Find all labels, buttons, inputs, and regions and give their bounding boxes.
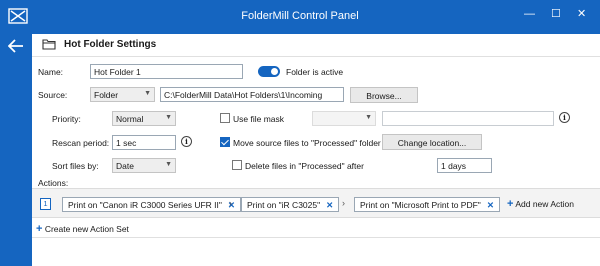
- create-action-set-button[interactable]: + Create new Action Set: [36, 223, 129, 235]
- info-icon[interactable]: i: [559, 112, 570, 123]
- settings-header: Hot Folder Settings: [32, 34, 600, 57]
- source-type-select[interactable]: Folder ▼: [90, 87, 155, 102]
- delete-days-input[interactable]: 1 days: [437, 158, 492, 173]
- page-title: Hot Folder Settings: [64, 39, 157, 50]
- source-label: Source:: [38, 90, 68, 100]
- title-bar: FolderMill Control Panel — ☐ ✕: [0, 0, 600, 34]
- chevron-down-icon: ▼: [365, 114, 372, 121]
- folder-active-toggle[interactable]: [258, 66, 280, 77]
- maximize-button[interactable]: ☐: [551, 8, 561, 20]
- action-set-row: 1 Print on "Canon iR C3000 Series UFR II…: [32, 188, 600, 218]
- add-action-label: Add new Action: [515, 199, 574, 209]
- rescan-period-input[interactable]: 1 sec: [112, 135, 176, 150]
- action-label: Print on "iR C3025": [247, 200, 321, 210]
- close-button[interactable]: ✕: [577, 8, 586, 20]
- minimize-button[interactable]: —: [524, 8, 535, 20]
- info-icon[interactable]: i: [181, 136, 192, 147]
- browse-button[interactable]: Browse...: [350, 87, 418, 103]
- sidebar: [0, 34, 32, 266]
- chevron-down-icon: ▼: [165, 161, 172, 168]
- chevron-right-icon: ›: [229, 198, 232, 208]
- main-panel: Hot Folder Settings Name: Hot Folder 1 F…: [32, 34, 600, 266]
- sort-files-label: Sort files by:: [52, 161, 99, 171]
- name-input[interactable]: Hot Folder 1: [90, 64, 243, 79]
- action-chip[interactable]: Print on "Microsoft Print to PDF" ✕: [354, 197, 500, 212]
- sort-files-select[interactable]: Date ▼: [112, 158, 176, 173]
- priority-label: Priority:: [52, 114, 81, 124]
- back-arrow-icon[interactable]: [8, 39, 24, 53]
- chevron-down-icon: ▼: [144, 90, 151, 97]
- move-processed-label: Move source files to "Processed" folder: [233, 138, 381, 148]
- divider: [32, 237, 600, 238]
- priority-select[interactable]: Normal ▼: [112, 111, 176, 126]
- source-path-input[interactable]: C:\FolderMill Data\Hot Folders\1\Incomin…: [160, 87, 344, 102]
- delete-processed-checkbox[interactable]: [232, 160, 242, 170]
- actions-label: Actions:: [38, 178, 69, 188]
- add-action-button[interactable]: + Add new Action: [507, 198, 574, 210]
- change-location-button[interactable]: Change location...: [382, 134, 482, 150]
- file-mask-select[interactable]: ▼: [312, 111, 376, 126]
- window-title: FolderMill Control Panel: [241, 10, 359, 22]
- action-set-number: 1: [40, 198, 51, 210]
- sort-files-value: Date: [116, 161, 134, 171]
- chevron-down-icon: ▼: [165, 114, 172, 121]
- file-mask-input[interactable]: [382, 111, 554, 126]
- delete-processed-label: Delete files in "Processed" after: [245, 161, 364, 171]
- remove-action-icon[interactable]: ✕: [326, 200, 333, 210]
- remove-action-icon[interactable]: ✕: [487, 200, 494, 210]
- source-type-value: Folder: [94, 90, 119, 100]
- action-label: Print on "Canon iR C3000 Series UFR II": [68, 200, 222, 210]
- priority-value: Normal: [116, 114, 144, 124]
- folder-icon: [42, 39, 56, 50]
- move-processed-checkbox[interactable]: [220, 137, 230, 147]
- action-label: Print on "Microsoft Print to PDF": [360, 200, 481, 210]
- create-action-set-label: Create new Action Set: [44, 224, 129, 234]
- folder-active-label: Folder is active: [286, 67, 344, 77]
- action-chip[interactable]: Print on "Canon iR C3000 Series UFR II" ✕: [62, 197, 242, 212]
- plus-icon: +: [507, 198, 514, 210]
- plus-icon: +: [36, 223, 43, 235]
- file-mask-label: Use file mask: [233, 114, 285, 124]
- file-mask-checkbox[interactable]: [220, 113, 230, 123]
- rescan-period-label: Rescan period:: [52, 138, 110, 148]
- chevron-right-icon: ›: [342, 198, 345, 208]
- action-chip[interactable]: Print on "iR C3025" ✕: [241, 197, 340, 212]
- name-label: Name:: [38, 67, 64, 77]
